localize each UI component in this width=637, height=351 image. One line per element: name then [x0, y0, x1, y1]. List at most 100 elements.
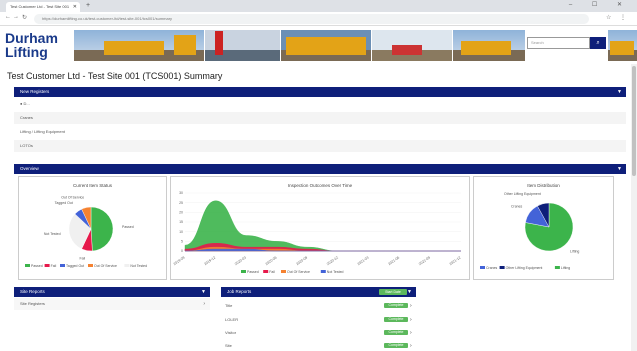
chart-panel-distribution: Item Distribution Lifting Cranes Other Lif… — [473, 176, 614, 280]
outcomes-area-chart: 0 5 10 15 20 25 30 2019-09 2019-12 2020-03 2020-06… — [173, 191, 462, 274]
chevron-down-icon[interactable]: ▼ — [201, 287, 206, 297]
x-tick-label: 2020-03 — [234, 256, 247, 267]
slice-label: Out Of Service — [61, 196, 84, 200]
search-button[interactable]: ⌕ — [590, 37, 606, 49]
status-badge: Complete — [384, 317, 408, 322]
chevron-down-icon[interactable]: ▼ — [617, 87, 622, 97]
star-icon[interactable]: ☆ — [606, 14, 611, 21]
address-bar[interactable]: https://durhamlifting.co.uk/test-custome… — [34, 14, 589, 24]
chevron-right-icon[interactable]: › — [410, 343, 412, 349]
legend-swatch — [25, 264, 30, 267]
chart-panel-outcomes: Inspection Outcomes Over Time 0 5 10 15 20 25… — [170, 176, 470, 280]
tab-title: Test Customer Ltd - Test Site 001 — [10, 4, 70, 9]
banner-photo — [372, 30, 452, 61]
legend-label: Lifting — [561, 266, 570, 270]
new-registers-header[interactable]: New Registers ▼ — [14, 87, 626, 97]
banner-photo — [608, 30, 637, 61]
close-tab-icon[interactable]: ✕ — [73, 2, 77, 12]
x-tick-label: 2021-09 — [418, 256, 431, 267]
new-tab-button[interactable]: + — [86, 2, 90, 9]
scrollbar-thumb[interactable] — [632, 66, 636, 176]
menu-icon[interactable]: ⋮ — [620, 14, 626, 21]
job-report-row[interactable]: Site Complete — [221, 340, 416, 351]
job-report-label: LOLER — [225, 317, 239, 322]
y-tick-label: 30 — [179, 191, 183, 195]
chevron-right-icon[interactable]: › — [410, 330, 412, 336]
banner-photo — [74, 30, 204, 61]
job-reports-label: Job Reports — [227, 289, 252, 294]
x-tick-label: 2021-06 — [387, 256, 400, 267]
slice-label: Other Lifting Equipment — [504, 192, 541, 196]
chart-panel-status: Current Item Status Passed Fail Not Tested… — [18, 176, 167, 280]
slice-label: Fail — [80, 256, 86, 260]
y-tick-label: 5 — [181, 240, 183, 244]
y-tick-label: 25 — [179, 201, 183, 205]
forward-icon[interactable]: → — [13, 14, 19, 20]
chevron-right-icon[interactable]: › — [410, 303, 412, 309]
status-pie-chart: PassedFailNot TestedTagged OutOut Of Ser… — [25, 196, 147, 268]
logo[interactable]: Durham Lifting — [2, 29, 72, 62]
legend-swatch — [124, 264, 130, 267]
overview-header[interactable]: Overview ▼ — [14, 164, 626, 174]
new-registers-label: New Registers — [20, 89, 50, 94]
legend-swatch — [499, 266, 505, 269]
job-report-label: Title — [225, 303, 233, 308]
slice-label: Cranes — [511, 205, 523, 209]
legend-swatch — [88, 264, 93, 267]
job-report-row[interactable]: LOLER Complete — [221, 314, 416, 326]
x-tick-label: 2020-12 — [326, 256, 339, 267]
site-report-label: Site Registers — [20, 301, 45, 306]
pie-slice — [90, 206, 114, 252]
chevron-right-icon[interactable]: › — [410, 317, 412, 323]
site-report-row[interactable]: Site Registers › — [14, 298, 210, 310]
register-row[interactable]: ● D... — [14, 98, 626, 110]
legend-label: Out Of Service — [94, 264, 117, 268]
legend-swatch — [263, 270, 269, 273]
legend-swatch — [241, 270, 246, 273]
logo-line1: Durham — [5, 30, 58, 46]
chart-title: Inspection Outcomes Over Time — [287, 183, 353, 188]
start-date-badge[interactable]: Start Date — [379, 289, 407, 295]
search-input[interactable]: Search — [527, 37, 590, 49]
job-report-row[interactable]: Title Complete — [221, 300, 416, 312]
y-tick-label: 20 — [179, 211, 183, 215]
chevron-right-icon[interactable]: › — [203, 298, 205, 310]
legend-swatch — [320, 270, 326, 273]
x-tick-label: 2019-12 — [203, 256, 216, 267]
chevron-down-icon[interactable]: ▼ — [617, 164, 622, 174]
job-report-row[interactable]: Visitor Complete — [221, 327, 416, 339]
legend-label: Fail — [51, 264, 57, 268]
chevron-down-icon[interactable]: ▼ — [407, 287, 412, 297]
x-tick-label: 2021-03 — [357, 256, 370, 267]
reload-icon[interactable]: ↻ — [22, 14, 27, 21]
window-controls[interactable]: – ☐ ✕ — [569, 1, 631, 8]
chart-title: Item Distribution — [527, 183, 560, 188]
back-icon[interactable]: ← — [5, 14, 11, 20]
job-report-label: Visitor — [225, 330, 237, 335]
legend-label: Out Of Service — [287, 270, 310, 274]
legend-label: Cranes — [486, 266, 498, 270]
status-badge: Complete — [384, 343, 408, 348]
y-tick-label: 0 — [181, 249, 183, 253]
legend-label: Passed — [247, 270, 259, 274]
register-row[interactable]: LOTOs — [14, 140, 626, 152]
site-reports-header[interactable]: Site Reports ▼ — [14, 287, 210, 297]
site-banner: Durham Lifting Search ⌕ — [0, 26, 637, 64]
distribution-pie-chart: Lifting Cranes Other Lifting Equipment Cran… — [480, 192, 579, 270]
legend-swatch — [281, 270, 286, 273]
register-row[interactable]: Cranes — [14, 112, 626, 124]
legend-label: Not Tested — [327, 270, 344, 274]
y-tick-label: 15 — [179, 220, 183, 224]
slice-label: Lifting — [570, 249, 579, 253]
logo-line2: Lifting — [5, 44, 48, 60]
job-report-label: Site — [225, 343, 232, 348]
browser-tab[interactable]: Test Customer Ltd - Test Site 001 ✕ — [6, 2, 80, 12]
slice-label: Tagged Out — [55, 201, 73, 205]
job-reports-header[interactable]: Job Reports Start Date ▼ — [221, 287, 416, 297]
browser-tabbar: Test Customer Ltd - Test Site 001 ✕ + – … — [0, 0, 637, 12]
slice-label: Passed — [122, 225, 134, 229]
legend-swatch — [60, 264, 65, 267]
legend-swatch — [480, 266, 485, 269]
register-row[interactable]: Lifting / Lifting Equipment — [14, 126, 626, 138]
x-tick-label: 2020-06 — [265, 256, 278, 267]
